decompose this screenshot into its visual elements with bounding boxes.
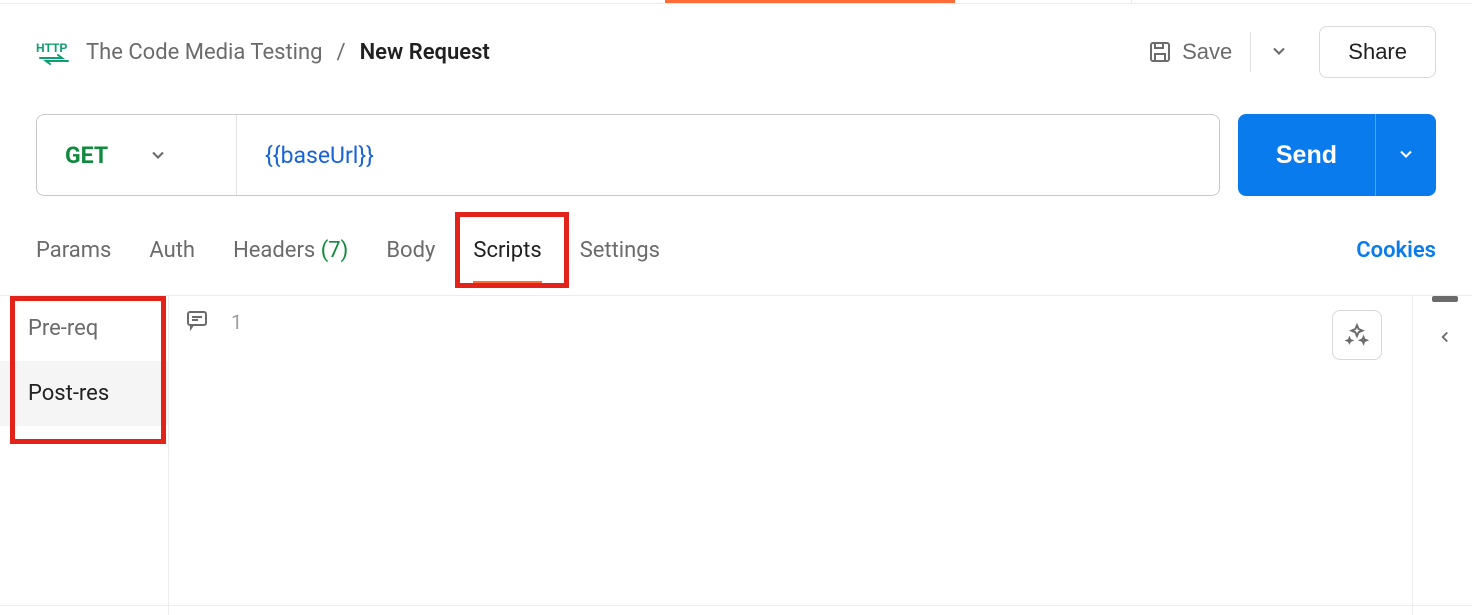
request-row: GET {{baseUrl}} Send (0, 114, 1472, 196)
header: HTTP The Code Media Testing / New Reques… (0, 0, 1472, 90)
url-variable: {{baseUrl}} (265, 142, 374, 169)
top-divider (0, 3, 1472, 4)
collapse-panel-button[interactable] (1436, 328, 1454, 350)
send-group: Send (1238, 114, 1436, 196)
script-tab-postres[interactable]: Post-res (0, 361, 168, 426)
tab-headers[interactable]: Headers (7) (233, 232, 348, 269)
breadcrumb-collection[interactable]: The Code Media Testing (86, 40, 323, 65)
http-icon: HTTP (36, 38, 72, 66)
headers-count: (7) (321, 238, 349, 263)
tab-scripts[interactable]: Scripts (473, 232, 541, 269)
method-select[interactable]: GET (37, 115, 237, 195)
send-options-button[interactable] (1375, 114, 1436, 196)
tab-scripts-label: Scripts (473, 238, 541, 263)
method-label: GET (65, 142, 108, 169)
tab-auth[interactable]: Auth (149, 232, 195, 269)
chevron-down-icon (148, 145, 168, 165)
divider (1250, 32, 1251, 72)
bottom-divider (0, 605, 1472, 606)
svg-text:HTTP: HTTP (36, 41, 67, 55)
tab-headers-label: Headers (233, 238, 315, 263)
divider (1131, 0, 1132, 4)
drag-handle[interactable] (1432, 296, 1458, 302)
save-options-button[interactable] (1255, 33, 1303, 72)
line-number: 1 (231, 310, 242, 615)
breadcrumb-request[interactable]: New Request (360, 40, 490, 65)
tab-settings[interactable]: Settings (580, 232, 660, 269)
share-button[interactable]: Share (1319, 26, 1436, 78)
tab-underline (473, 281, 541, 283)
save-button[interactable]: Save (1134, 31, 1246, 73)
breadcrumb: HTTP The Code Media Testing / New Reques… (36, 38, 490, 66)
right-panel (1412, 296, 1472, 615)
script-tab-prereq[interactable]: Pre-req (0, 296, 168, 361)
tab-params[interactable]: Params (36, 232, 111, 269)
ai-assist-button[interactable] (1332, 310, 1382, 360)
breadcrumb-separator: / (337, 40, 346, 65)
script-sidebar: Pre-req Post-res (0, 296, 168, 615)
comment-icon[interactable] (185, 308, 209, 615)
code-editor[interactable] (258, 296, 1412, 615)
cookies-link[interactable]: Cookies (1356, 238, 1436, 263)
tabs: Params Auth Headers (7) Body Scripts Set… (36, 232, 660, 269)
header-actions: Save Share (1134, 26, 1436, 78)
send-button[interactable]: Send (1238, 114, 1375, 196)
editor-gutter: 1 (168, 296, 258, 615)
save-label: Save (1182, 39, 1232, 65)
url-input[interactable]: {{baseUrl}} (237, 115, 1219, 195)
tabs-row: Params Auth Headers (7) Body Scripts Set… (0, 232, 1472, 269)
tab-body[interactable]: Body (386, 232, 435, 269)
editor-area: Pre-req Post-res 1 (0, 295, 1472, 615)
method-url-bar: GET {{baseUrl}} (36, 114, 1220, 196)
